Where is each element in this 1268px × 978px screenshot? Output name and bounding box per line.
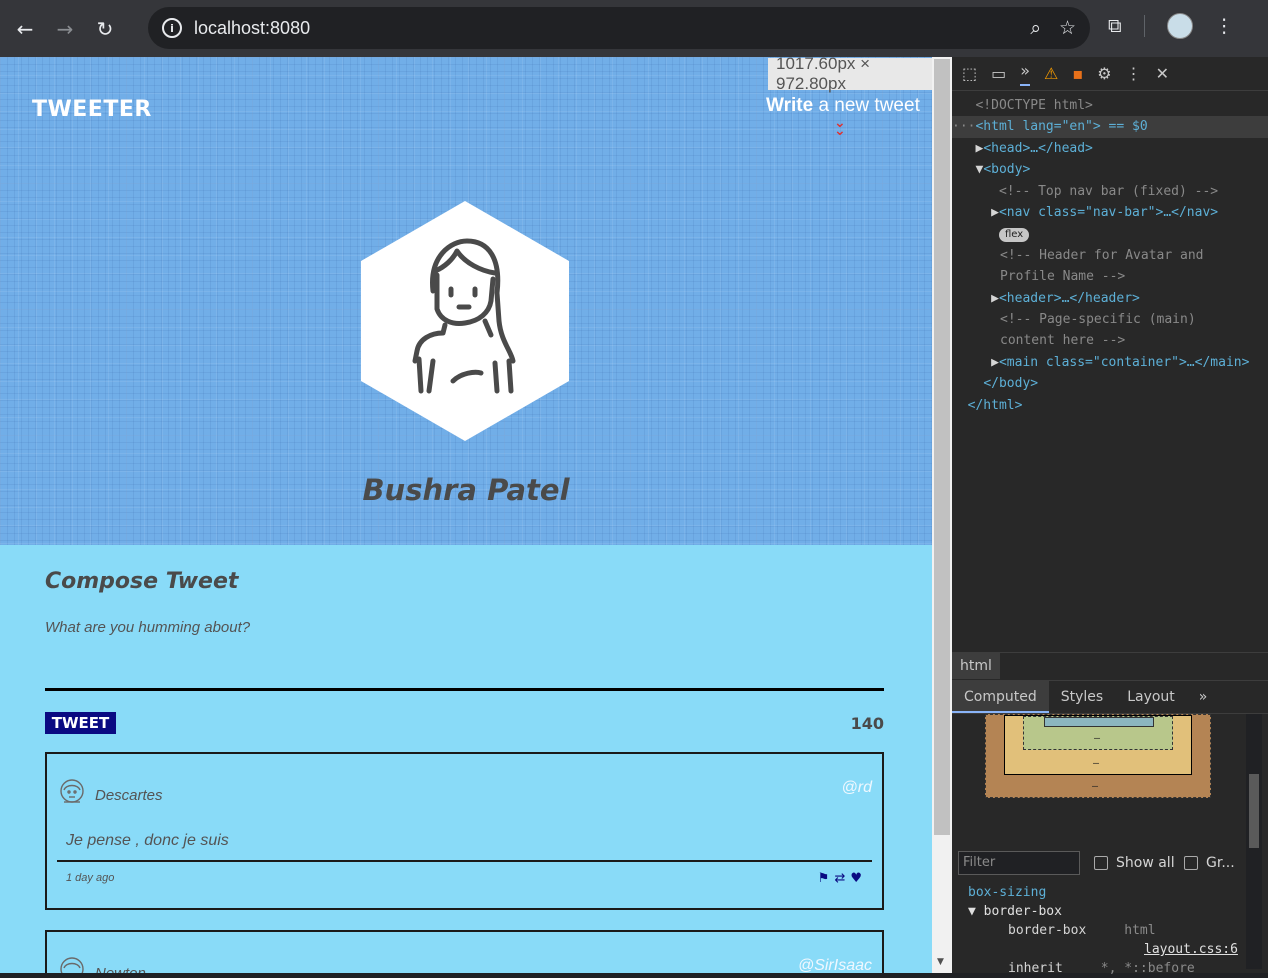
computed-filter-input[interactable]: Filter	[958, 851, 1080, 875]
show-all-box[interactable]	[1094, 856, 1108, 870]
computed-styles-list: box-sizing ▼ border-box border-box html l…	[952, 883, 1268, 978]
dom-comment-nav: <!-- Top nav bar (fixed) -->	[998, 183, 1219, 199]
computed-property-name[interactable]: box-sizing	[952, 883, 1268, 902]
write-link-rest: a new tweet	[813, 95, 920, 116]
box-model-diagram: – – –	[985, 714, 1211, 798]
compose-title: Compose Tweet	[45, 569, 239, 594]
inspect-element-icon[interactable]: ⬚	[962, 64, 977, 83]
write-link-bold: Write	[766, 95, 814, 116]
tab-styles[interactable]: Styles	[1049, 681, 1115, 713]
tweet-actions: ⚑ ⇄ ♥	[818, 871, 862, 886]
box-model-content	[1044, 717, 1154, 727]
scrollbar-thumb[interactable]	[934, 59, 950, 835]
dom-line-head[interactable]: ▶<head>…</head>	[952, 138, 1268, 159]
profile-avatar-hexagon	[361, 201, 569, 441]
tab-layout[interactable]: Layout	[1115, 681, 1187, 713]
browser-toolbar: ← → ↻ i localhost:8080 ⌕ ☆ ⧉ ⋮	[0, 0, 1268, 57]
extensions-icon[interactable]: ⧉	[1108, 15, 1122, 37]
issues-icon[interactable]: ▪	[1072, 64, 1083, 83]
url-text[interactable]: localhost:8080	[194, 18, 310, 39]
warning-icon[interactable]: ⚠	[1044, 64, 1058, 83]
dom-comment-header: <!-- Header for Avatar and Profile Name …	[1000, 247, 1204, 285]
tweet-avatar	[60, 779, 84, 803]
computed-scrollbar[interactable]	[1246, 714, 1262, 969]
dom-badge-row: flex	[952, 223, 1268, 244]
tweet-author-handle: @rd	[841, 779, 872, 796]
page-scrollbar[interactable]: ▼	[932, 57, 952, 973]
more-tabs-icon[interactable]: »	[1020, 61, 1031, 86]
page-viewport: TWEETER Write a new tweet ⌄ ⌄ 1017.60px ×…	[0, 57, 932, 973]
site-info-icon[interactable]: i	[162, 18, 182, 38]
stylesheet-link[interactable]: layout.css:6	[952, 940, 1268, 959]
dom-line-header[interactable]: ▶<header>…</header>	[952, 288, 1268, 309]
tweet-content: Je pense , donc je suis	[66, 832, 229, 849]
double-chevron-down-icon[interactable]: ⌄ ⌄	[834, 116, 846, 138]
profile-header: TWEETER Write a new tweet ⌄ ⌄ 1017.60px ×…	[0, 57, 932, 545]
reload-icon[interactable]: ↻	[90, 14, 120, 44]
retweet-icon[interactable]: ⇄	[834, 871, 845, 886]
dom-line-html-close[interactable]: </html>	[952, 395, 1268, 416]
profile-name: Bushra Patel	[362, 473, 570, 507]
forward-icon[interactable]: →	[50, 14, 80, 44]
devtools-menu-icon[interactable]: ⋮	[1126, 64, 1142, 83]
profile-avatar[interactable]	[1166, 13, 1193, 39]
browser-menu-icon[interactable]: ⋮	[1215, 15, 1234, 37]
heart-icon[interactable]: ♥	[850, 871, 862, 886]
flag-icon[interactable]: ⚑	[818, 871, 830, 886]
address-bar[interactable]: i localhost:8080 ⌕ ☆	[148, 7, 1090, 49]
scroll-down-arrow-icon[interactable]: ▼	[937, 957, 944, 967]
dom-line-body-close[interactable]: </body>	[952, 373, 1268, 394]
group-checkbox[interactable]: Gr...	[1184, 855, 1235, 871]
toolbar-separator	[1143, 15, 1145, 37]
compose-textarea[interactable]: What are you humming about?	[45, 619, 250, 636]
bookmark-star-icon[interactable]: ☆	[1059, 17, 1076, 39]
devtools-panel: ⬚ ▭ » ⚠ ▪ ⚙ ⋮ ✕ <!DOCTYPE html> ···<html…	[952, 57, 1268, 976]
tweet-author-name: Descartes	[95, 787, 163, 804]
tweet-submit-button[interactable]: TWEET	[45, 712, 116, 734]
computed-scrollbar-thumb[interactable]	[1249, 774, 1259, 848]
tweet-avatar	[60, 957, 84, 973]
tweet-card: Newton @SirIsaac	[45, 930, 884, 973]
tweet-timestamp: 1 day ago	[66, 872, 115, 884]
dom-line-doctype[interactable]: <!DOCTYPE html>	[952, 95, 1268, 116]
devtools-sidebar-tabs: Computed Styles Layout »	[952, 680, 1268, 714]
tab-computed[interactable]: Computed	[952, 681, 1049, 713]
breadcrumb-html[interactable]: html	[952, 653, 1000, 679]
compose-underline	[45, 688, 884, 691]
group-box[interactable]	[1184, 856, 1198, 870]
char-counter: 140	[850, 714, 884, 733]
settings-gear-icon[interactable]: ⚙	[1097, 64, 1111, 83]
dom-line-body[interactable]: ▼<body>	[952, 159, 1268, 180]
computed-trace-row: border-box html	[1008, 923, 1156, 938]
dom-line-html[interactable]: ···<html lang="en"> == $0	[952, 116, 1268, 138]
write-new-tweet-link[interactable]: Write a new tweet	[766, 95, 920, 117]
tweet-card: Descartes @rd Je pense , donc je suis 1 …	[45, 752, 884, 910]
viewport-dimensions-tooltip: 1017.60px × 972.80px	[768, 57, 932, 93]
dom-breadcrumb: html	[952, 652, 1268, 680]
devtools-toolbar: ⬚ ▭ » ⚠ ▪ ⚙ ⋮ ✕	[952, 57, 1268, 91]
dom-comment-main: <!-- Page-specific (main) content here -…	[1000, 312, 1196, 349]
site-logo[interactable]: TWEETER	[32, 97, 152, 122]
flex-badge[interactable]: flex	[998, 228, 1030, 243]
dom-tree: <!DOCTYPE html> ···<html lang="en"> == $…	[952, 91, 1268, 416]
computed-property-value: ▼ border-box	[968, 904, 1062, 919]
dom-line-main[interactable]: ▶<main class="container">…</main>	[952, 352, 1268, 373]
computed-trace-row: inherit *, *::before	[1008, 961, 1195, 976]
box-model-padding: –	[1023, 716, 1173, 750]
box-model-border: – –	[1004, 715, 1192, 775]
close-devtools-icon[interactable]: ✕	[1156, 64, 1169, 83]
tweet-divider	[57, 860, 872, 862]
back-icon[interactable]: ←	[10, 14, 40, 44]
zoom-icon[interactable]: ⌕	[1030, 17, 1041, 39]
tweet-author-handle: @SirIsaac	[797, 957, 872, 973]
dom-line-nav[interactable]: ▶<nav class="nav-bar">…</nav>	[952, 202, 1268, 223]
tweet-author-name: Newton	[95, 965, 146, 973]
tab-more[interactable]: »	[1187, 681, 1220, 713]
device-toolbar-icon[interactable]: ▭	[991, 64, 1006, 83]
show-all-checkbox[interactable]: Show all	[1094, 855, 1175, 871]
